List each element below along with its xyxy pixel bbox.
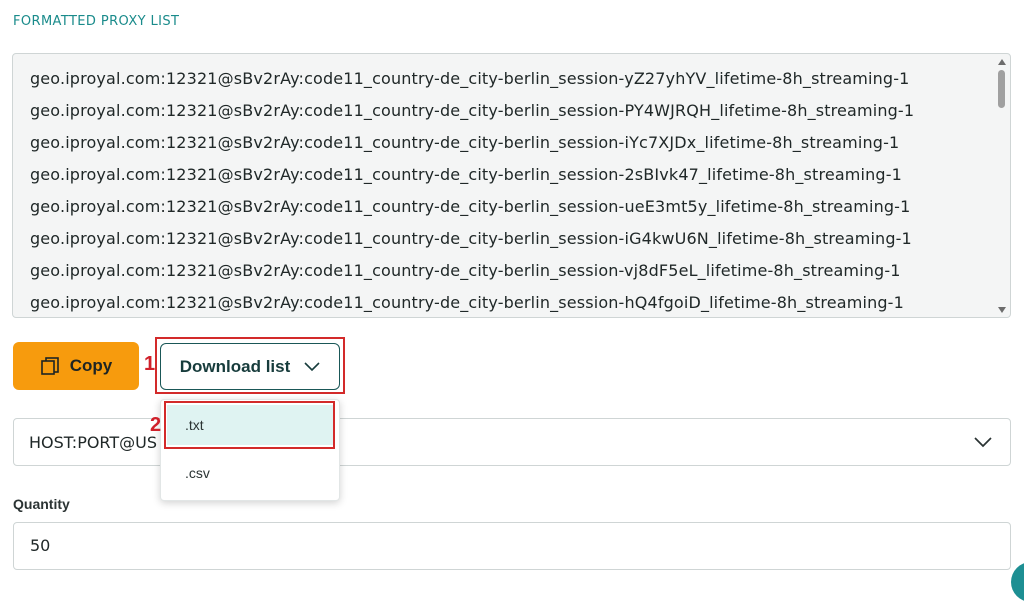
copy-icon xyxy=(40,357,60,375)
section-title: FORMATTED PROXY LIST xyxy=(13,14,180,29)
menu-item-csv[interactable]: .csv xyxy=(167,453,333,493)
download-list-button[interactable]: Download list xyxy=(160,343,340,390)
proxy-line: geo.iproyal.com:12321@sBv2rAy:code11_cou… xyxy=(30,165,902,184)
quantity-label: Quantity xyxy=(13,496,70,512)
chat-help-button[interactable] xyxy=(1011,562,1024,602)
proxy-line: geo.iproyal.com:12321@sBv2rAy:code11_cou… xyxy=(30,197,911,216)
download-list-label: Download list xyxy=(179,356,291,376)
proxy-lines: geo.iproyal.com:12321@sBv2rAy:code11_cou… xyxy=(30,66,980,317)
scroll-up-arrow-icon[interactable] xyxy=(998,59,1006,65)
proxy-line: geo.iproyal.com:12321@sBv2rAy:code11_cou… xyxy=(30,293,904,312)
copy-button[interactable]: Copy xyxy=(13,342,139,390)
proxy-line: geo.iproyal.com:12321@sBv2rAy:code11_cou… xyxy=(30,229,912,248)
quantity-input[interactable]: 50 xyxy=(13,522,1011,570)
format-select-value: HOST:PORT@US xyxy=(29,433,158,452)
scroll-down-arrow-icon[interactable] xyxy=(998,307,1006,313)
annotation-step-1: 1 xyxy=(144,353,156,375)
proxy-line: geo.iproyal.com:12321@sBv2rAy:code11_cou… xyxy=(30,69,910,88)
highlight-frame-txt xyxy=(164,401,335,449)
copy-button-label: Copy xyxy=(69,356,113,375)
proxy-list-textarea[interactable]: geo.iproyal.com:12321@sBv2rAy:code11_cou… xyxy=(12,53,1011,318)
scrollbar[interactable] xyxy=(994,54,1010,317)
chevron-down-icon xyxy=(304,357,320,377)
scroll-thumb[interactable] xyxy=(998,70,1005,108)
proxy-line: geo.iproyal.com:12321@sBv2rAy:code11_cou… xyxy=(30,133,900,152)
proxy-line: geo.iproyal.com:12321@sBv2rAy:code11_cou… xyxy=(30,101,915,120)
proxy-line: geo.iproyal.com:12321@sBv2rAy:code11_cou… xyxy=(30,261,901,280)
chevron-down-icon xyxy=(974,435,992,453)
annotation-step-2: 2 xyxy=(150,414,162,436)
